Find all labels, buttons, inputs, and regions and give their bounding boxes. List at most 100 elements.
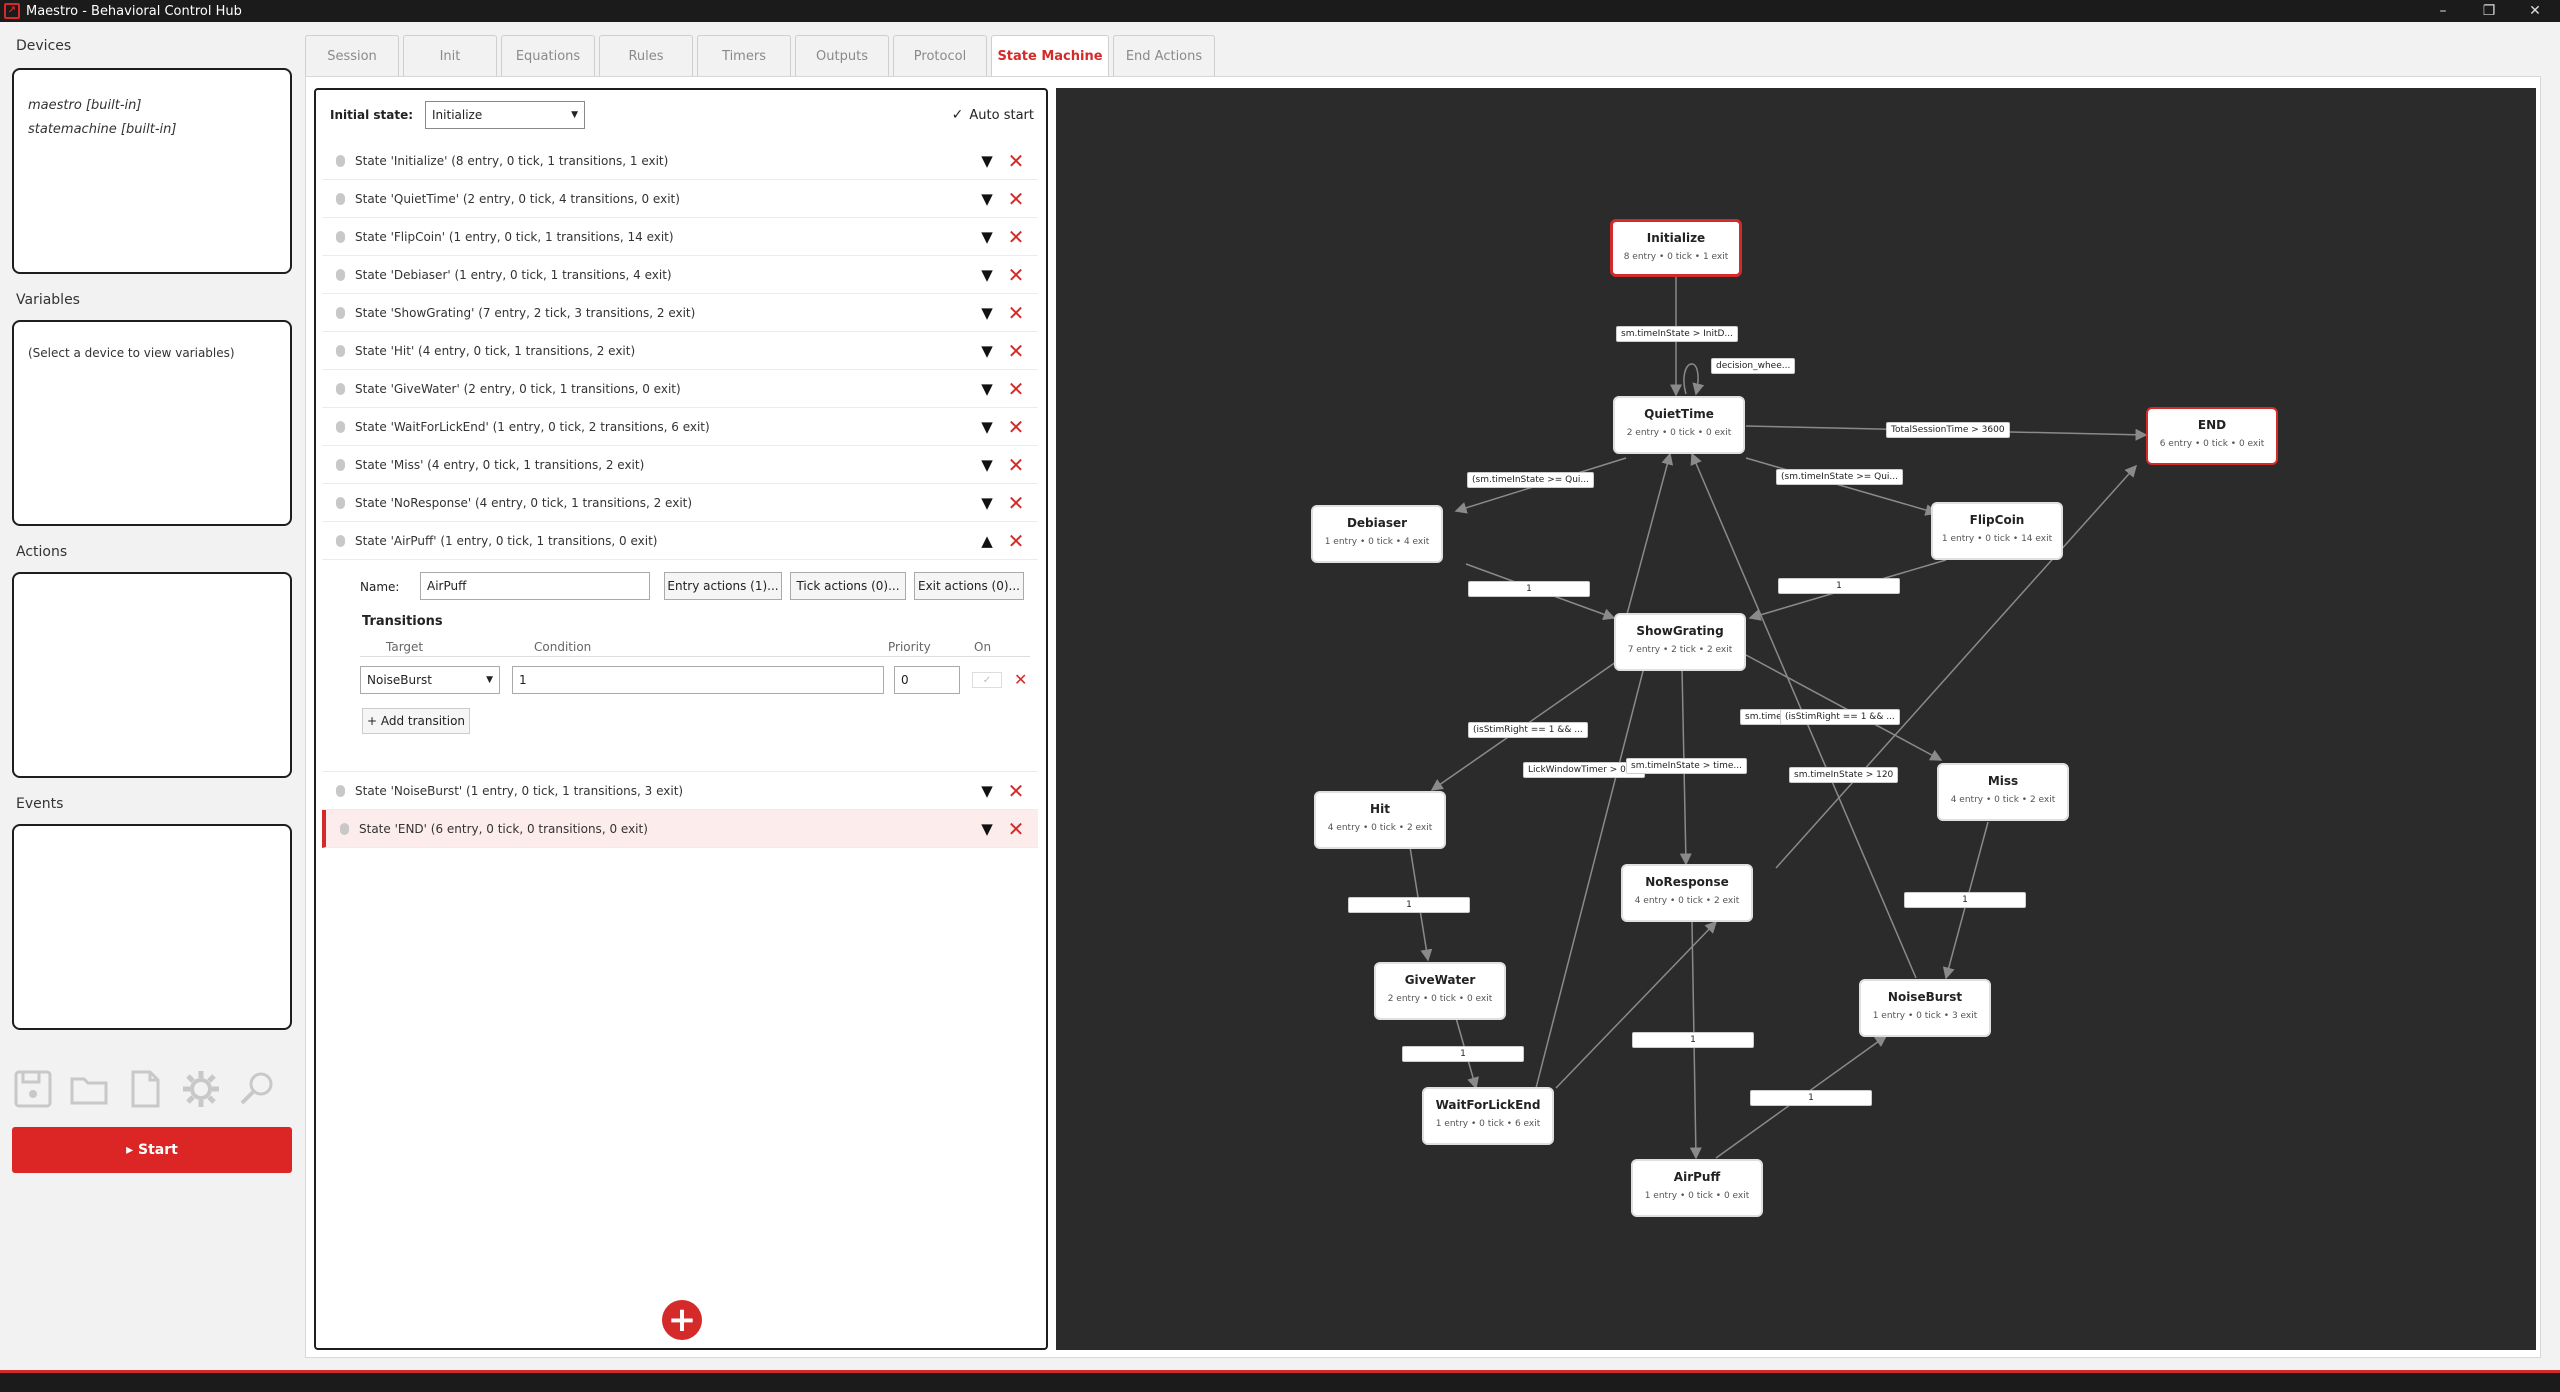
expand-icon[interactable]: ▼ [972,782,1002,800]
graph-node-noiseburst[interactable]: NoiseBurst 1 entry • 0 tick • 3 exit [1859,979,1991,1037]
edge-label: 1 [1402,1046,1524,1062]
delete-icon[interactable]: ✕ [1002,149,1030,173]
state-row[interactable]: State 'Hit' (4 entry, 0 tick, 1 transiti… [322,332,1038,370]
close-icon[interactable]: ✕ [2518,0,2552,22]
delete-icon[interactable]: ✕ [1002,225,1030,249]
state-row[interactable]: State 'QuietTime' (2 entry, 0 tick, 4 tr… [322,180,1038,218]
expand-icon[interactable]: ▼ [972,494,1002,512]
state-row[interactable]: State 'Debiaser' (1 entry, 0 tick, 1 tra… [322,256,1038,294]
new-file-icon[interactable] [124,1068,166,1110]
state-row[interactable]: State 'GiveWater' (2 entry, 0 tick, 1 tr… [322,370,1038,408]
graph-node-waitforlickend[interactable]: WaitForLickEnd 1 entry • 0 tick • 6 exit [1422,1087,1554,1145]
graph-node-debiaser[interactable]: Debiaser 1 entry • 0 tick • 4 exit [1311,505,1443,563]
graph-node-hit[interactable]: Hit 4 entry • 0 tick • 2 exit [1314,791,1446,849]
drag-handle-icon[interactable] [336,382,345,395]
drag-handle-icon[interactable] [336,230,345,243]
delete-icon[interactable]: ✕ [1002,187,1030,211]
state-graph-canvas[interactable]: Initialize 8 entry • 0 tick • 1 exit Quie… [1056,88,2536,1350]
save-icon[interactable] [12,1068,54,1110]
drag-handle-icon[interactable] [336,268,345,281]
add-state-button[interactable]: + [662,1300,702,1340]
graph-node-showgrating[interactable]: ShowGrating 7 entry • 2 tick • 2 exit [1614,613,1746,671]
exit-actions-button[interactable]: Exit actions (0)... [914,572,1024,600]
graph-node-end[interactable]: END 6 entry • 0 tick • 0 exit [2146,407,2278,465]
expand-icon[interactable]: ▼ [972,342,1002,360]
drag-handle-icon[interactable] [336,344,345,357]
state-row[interactable]: State 'WaitForLickEnd' (1 entry, 0 tick,… [322,408,1038,446]
expand-icon[interactable]: ▼ [972,266,1002,284]
state-row[interactable]: State 'Miss' (4 entry, 0 tick, 1 transit… [322,446,1038,484]
graph-node-quiettime[interactable]: QuietTime 2 entry • 0 tick • 0 exit [1613,396,1745,454]
expand-icon[interactable]: ▼ [972,820,1002,838]
transition-on-checkbox[interactable]: ✓ [972,672,1002,688]
transition-condition-input[interactable]: 1 [512,666,884,694]
drag-handle-icon[interactable] [336,458,345,471]
add-transition-button[interactable]: + Add transition [362,708,470,734]
graph-node-initialize[interactable]: Initialize 8 entry • 0 tick • 1 exit [1610,219,1742,277]
expand-icon[interactable]: ▼ [972,190,1002,208]
search-icon[interactable] [236,1068,278,1110]
transition-target-select[interactable]: NoiseBurst ▼ [360,666,500,694]
tab-rules[interactable]: Rules [599,35,693,76]
drag-handle-icon[interactable] [336,420,345,433]
tab-protocol[interactable]: Protocol [893,35,987,76]
graph-node-givewater[interactable]: GiveWater 2 entry • 0 tick • 0 exit [1374,962,1506,1020]
entry-actions-button[interactable]: Entry actions (1)... [664,572,782,600]
state-row[interactable]: State 'NoiseBurst' (1 entry, 0 tick, 1 t… [322,772,1038,810]
collapse-icon[interactable]: ▲ [972,532,1002,550]
state-row[interactable]: State 'ShowGrating' (7 entry, 2 tick, 3 … [322,294,1038,332]
device-item-maestro[interactable]: maestro [built-in] [28,94,290,118]
tab-init[interactable]: Init [403,35,497,76]
drag-handle-icon[interactable] [336,154,345,167]
delete-transition-icon[interactable]: ✕ [1014,670,1027,689]
tab-timers[interactable]: Timers [697,35,791,76]
tab-equations[interactable]: Equations [501,35,595,76]
graph-node-airpuff[interactable]: AirPuff 1 entry • 0 tick • 0 exit [1631,1159,1763,1217]
drag-handle-icon[interactable] [340,822,349,835]
delete-icon[interactable]: ✕ [1002,779,1030,803]
delete-icon[interactable]: ✕ [1002,529,1030,553]
delete-icon[interactable]: ✕ [1002,491,1030,515]
drag-handle-icon[interactable] [336,306,345,319]
device-item-statemachine[interactable]: statemachine [built-in] [28,118,290,142]
state-row[interactable]: State 'NoResponse' (4 entry, 0 tick, 1 t… [322,484,1038,522]
maximize-icon[interactable]: ❐ [2472,0,2506,22]
initial-state-select[interactable]: Initialize ▼ [425,101,586,129]
start-button[interactable]: ▸ Start [12,1127,292,1173]
expand-icon[interactable]: ▼ [972,380,1002,398]
drag-handle-icon[interactable] [336,192,345,205]
delete-icon[interactable]: ✕ [1002,339,1030,363]
graph-node-miss[interactable]: Miss 4 entry • 0 tick • 2 exit [1937,763,2069,821]
state-row[interactable]: State 'FlipCoin' (1 entry, 0 tick, 1 tra… [322,218,1038,256]
state-row-expanded[interactable]: State 'AirPuff' (1 entry, 0 tick, 1 tran… [322,522,1038,560]
delete-icon[interactable]: ✕ [1002,263,1030,287]
drag-handle-icon[interactable] [336,784,345,797]
settings-gear-icon[interactable] [180,1068,222,1110]
drag-handle-icon[interactable] [336,534,345,547]
tab-state-machine[interactable]: State Machine [991,35,1109,76]
state-name-input[interactable]: AirPuff [420,572,650,600]
state-row-selected[interactable]: State 'END' (6 entry, 0 tick, 0 transiti… [322,810,1038,848]
state-row[interactable]: State 'Initialize' (8 entry, 0 tick, 1 t… [322,142,1038,180]
tab-session[interactable]: Session [305,35,399,76]
delete-icon[interactable]: ✕ [1002,415,1030,439]
graph-node-flipcoin[interactable]: FlipCoin 1 entry • 0 tick • 14 exit [1931,502,2063,560]
delete-icon[interactable]: ✕ [1002,453,1030,477]
expand-icon[interactable]: ▼ [972,152,1002,170]
tab-outputs[interactable]: Outputs [795,35,889,76]
drag-handle-icon[interactable] [336,496,345,509]
delete-icon[interactable]: ✕ [1002,301,1030,325]
expand-icon[interactable]: ▼ [972,418,1002,436]
transition-priority-spinner[interactable]: 0 [894,666,960,694]
expand-icon[interactable]: ▼ [972,228,1002,246]
tab-end-actions[interactable]: End Actions [1113,35,1215,76]
expand-icon[interactable]: ▼ [972,456,1002,474]
expand-icon[interactable]: ▼ [972,304,1002,322]
auto-start-checkbox[interactable]: ✓ Auto start [952,107,1034,123]
graph-node-noresponse[interactable]: NoResponse 4 entry • 0 tick • 2 exit [1621,864,1753,922]
tick-actions-button[interactable]: Tick actions (0)... [790,572,906,600]
delete-icon[interactable]: ✕ [1002,377,1030,401]
minimize-icon[interactable]: – [2426,0,2460,22]
folder-open-icon[interactable] [68,1068,110,1110]
delete-icon[interactable]: ✕ [1002,817,1030,841]
